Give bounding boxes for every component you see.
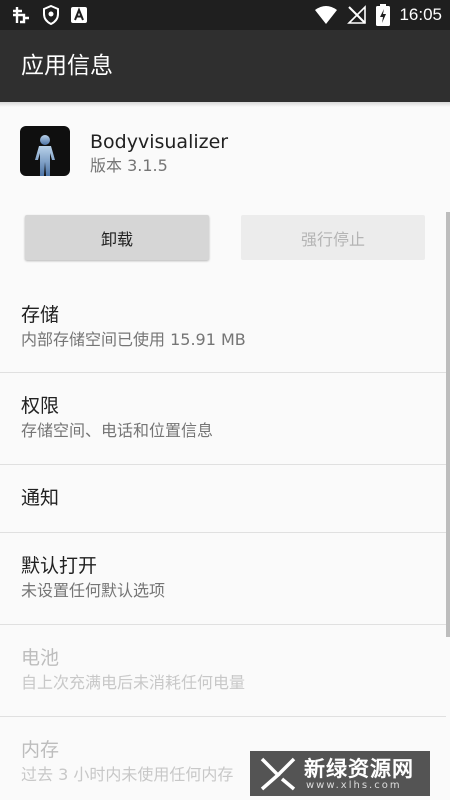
open-by-default-subtitle: 未设置任何默认选项 — [21, 581, 166, 600]
battery-title: 电池 — [21, 647, 60, 669]
open-by-default-row[interactable]: 默认打开 未设置任何默认选项 — [0, 533, 446, 624]
body-figure-icon — [35, 135, 55, 176]
permissions-title: 权限 — [21, 395, 60, 417]
memory-title: 内存 — [21, 739, 60, 761]
shield-icon — [43, 5, 59, 25]
permissions-row[interactable]: 权限 存储空间、电话和位置信息 — [0, 373, 446, 464]
app-name: Bodyvisualizer — [90, 131, 229, 153]
no-signal-icon — [347, 5, 367, 24]
open-by-default-title: 默认打开 — [21, 555, 98, 577]
status-bar: 16:05 — [0, 0, 450, 30]
wifi-icon — [315, 6, 338, 24]
scrollbar[interactable] — [446, 212, 450, 637]
app-bar-shadow — [0, 102, 450, 107]
watermark-text: 新绿资源网 — [304, 757, 414, 781]
notifications-row[interactable]: 通知 — [0, 465, 446, 532]
force-stop-button[interactable]: 强行停止 — [241, 215, 425, 260]
storage-title: 存储 — [21, 304, 60, 326]
status-bar-right-icons: 16:05 — [314, 4, 442, 26]
battery-charging-icon — [376, 4, 391, 26]
memory-subtitle: 过去 3 小时内未使用任何内存 — [21, 765, 234, 784]
notifications-title: 通知 — [21, 487, 60, 509]
bug-icon — [13, 7, 29, 24]
battery-subtitle: 自上次充满电后未消耗任何电量 — [21, 673, 246, 692]
watermark-logo-icon — [260, 757, 296, 791]
status-bar-left-icons — [10, 4, 88, 26]
storage-row[interactable]: 存储 内部存储空间已使用 15.91 MB — [0, 280, 446, 372]
app-bar: 应用信息 — [0, 30, 450, 102]
app-version: 版本 3.1.5 — [90, 156, 168, 175]
app-a-icon — [71, 7, 87, 23]
app-header: Bodyvisualizer 版本 3.1.5 — [0, 110, 450, 190]
status-time: 16:05 — [399, 5, 442, 24]
page-title: 应用信息 — [21, 53, 113, 79]
permissions-subtitle: 存储空间、电话和位置信息 — [21, 421, 214, 440]
watermark-url: www.xlhs.com — [306, 780, 402, 791]
battery-row: 电池 自上次充满电后未消耗任何电量 — [0, 625, 446, 716]
watermark: 新绿资源网 www.xlhs.com — [250, 751, 430, 796]
uninstall-button[interactable]: 卸载 — [25, 215, 209, 260]
storage-subtitle: 内部存储空间已使用 15.91 MB — [21, 330, 246, 349]
app-icon — [20, 126, 70, 176]
